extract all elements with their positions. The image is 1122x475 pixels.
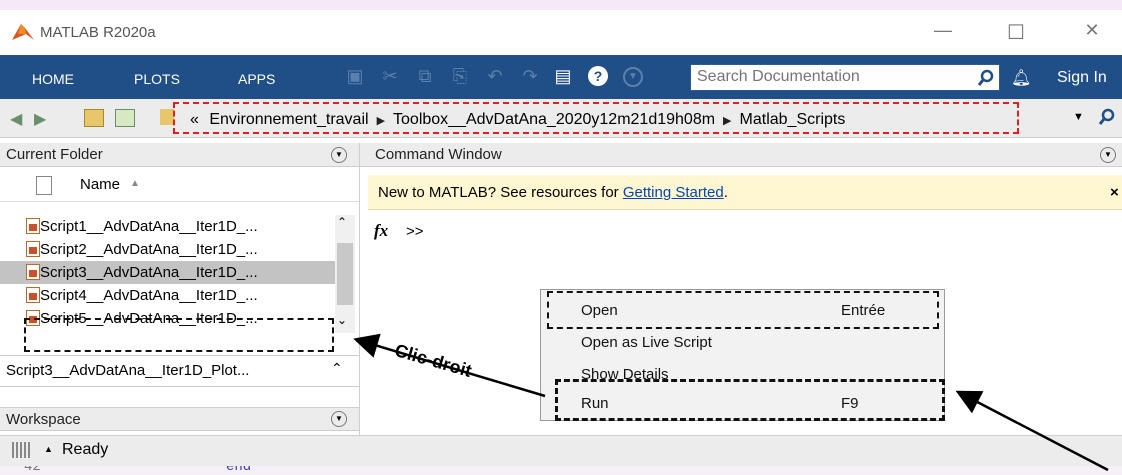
annotation-arrows (353, 333, 1109, 472)
arrow-to-run (955, 390, 1109, 472)
